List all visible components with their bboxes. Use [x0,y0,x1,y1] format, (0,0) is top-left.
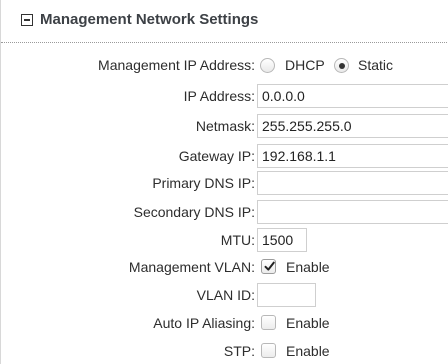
auto-ip-aliasing-option-label: Enable [286,315,330,331]
ip-address-label: IP Address: [183,88,255,104]
checkmark-icon [264,261,275,271]
gateway-ip-input[interactable] [257,144,448,168]
management-vlan-row: Management VLAN: Enable [1,254,448,280]
primary-dns-input[interactable] [257,171,448,195]
primary-dns-row: Primary DNS IP: [1,170,448,196]
section-header: Management Network Settings [1,0,448,43]
management-ip-address-row: Management IP Address: DHCP Static [1,52,448,78]
primary-dns-label: Primary DNS IP: [152,175,255,191]
gateway-ip-label: Gateway IP: [178,148,255,164]
auto-ip-aliasing-checkbox[interactable] [261,315,276,330]
section-title: Management Network Settings [40,11,259,28]
management-vlan-label: Management VLAN: [128,259,255,275]
stp-checkbox[interactable] [261,343,276,358]
dhcp-radio[interactable] [260,58,275,73]
stp-option-label: Enable [286,343,330,359]
ip-address-input[interactable] [257,84,448,108]
mtu-row: MTU: [1,227,448,253]
vlan-id-label: VLAN ID: [196,287,255,303]
collapse-icon[interactable] [21,14,33,26]
management-network-settings-panel: Management Network Settings Management I… [0,0,448,364]
auto-ip-aliasing-label: Auto IP Aliasing: [153,315,255,331]
mtu-input[interactable] [257,228,307,252]
management-vlan-checkbox[interactable] [261,259,276,274]
ip-address-row: IP Address: [1,83,448,109]
secondary-dns-input[interactable] [257,200,448,224]
management-vlan-option-label: Enable [286,259,330,275]
vlan-id-input[interactable] [257,283,316,307]
auto-ip-aliasing-row: Auto IP Aliasing: Enable [1,310,448,336]
secondary-dns-label: Secondary DNS IP: [133,204,255,220]
mtu-label: MTU: [220,232,255,248]
stp-label: STP: [223,343,255,359]
gateway-ip-row: Gateway IP: [1,143,448,169]
stp-row: STP: Enable [1,338,448,364]
netmask-label: Netmask: [195,118,255,134]
management-ip-address-label: Management IP Address: [98,57,255,73]
static-label: Static [358,57,394,73]
secondary-dns-row: Secondary DNS IP: [1,199,448,225]
static-radio[interactable] [334,58,349,73]
dhcp-label: DHCP [285,57,325,73]
netmask-row: Netmask: [1,113,448,139]
vlan-id-row: VLAN ID: [1,282,448,308]
netmask-input[interactable] [257,114,448,138]
